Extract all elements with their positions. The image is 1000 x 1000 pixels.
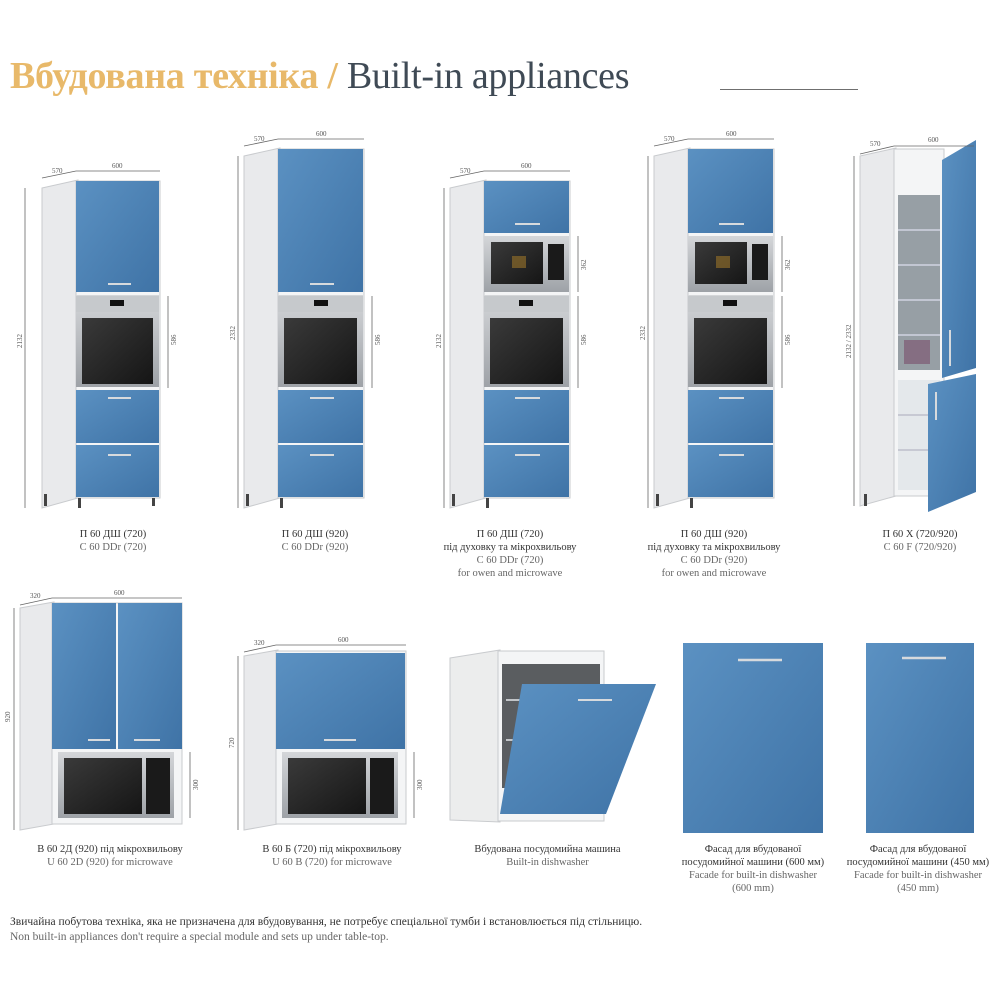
dim-depth: 320: [30, 592, 41, 600]
dim-depth: 570: [460, 167, 471, 175]
product-code: Facade for built-in dishwasher: [688, 870, 817, 881]
product-caption: Фасад для вбудованої посудомийної машини…: [838, 843, 998, 895]
product-size: (450 mm): [897, 883, 939, 894]
tall-unit-fridge: [853, 140, 976, 512]
drawer-2: [688, 445, 773, 497]
dim-oven: 586: [170, 334, 178, 345]
wall-unit-lift-microwave: [237, 644, 415, 831]
dim-height: 2132: [16, 334, 24, 349]
left-door: [52, 603, 116, 749]
dim-height: 2132: [435, 334, 443, 349]
dim-height: 2132 / 2332: [845, 324, 853, 358]
product-name: П 60 ДШ (720): [476, 529, 544, 540]
dim-microwave: 300: [416, 779, 424, 790]
upper-door: [688, 149, 773, 233]
product-caption: П 60 ДШ (720) під духовку та мікрохвильо…: [425, 528, 595, 580]
dim-width: 600: [928, 136, 939, 144]
dim-height: 720: [228, 737, 236, 748]
tall-unit-oven-920: [237, 138, 373, 509]
product-code: C 60 DDr (720): [79, 542, 147, 553]
tall-unit-oven-720: [24, 170, 169, 509]
product-name: П 60 ДШ (720): [79, 529, 147, 540]
product-caption: В 60 Б (720) під мікрохвильову U 60 B (7…: [242, 843, 422, 869]
product-name: Фасад для вбудованої: [704, 844, 802, 855]
product-code: C 60 DDr (920): [281, 542, 349, 553]
dim-width: 600: [112, 162, 123, 170]
drawer-2: [278, 445, 363, 497]
dim-depth: 320: [254, 639, 265, 647]
wall-unit-2-doors-microwave: [13, 597, 191, 831]
drawer-2: [484, 445, 569, 497]
drawer-2: [76, 445, 159, 497]
dishwasher-door-open: [500, 684, 656, 814]
dim-oven: 586: [580, 334, 588, 345]
product-caption: Вбудована посудомийна машина Built-in di…: [455, 843, 640, 869]
product-caption: П 60 ДШ (720) C 60 DDr (720): [48, 528, 178, 554]
product-code: C 60 DDr (920): [680, 555, 748, 566]
product-caption: Фасад для вбудованої посудомийної машини…: [668, 843, 838, 895]
footer-note-ua: Звичайна побутова техніка, яка не призна…: [10, 916, 643, 928]
product-name: В 60 2Д (920) під мікрохвильову: [37, 844, 183, 855]
upper-door: [484, 181, 569, 233]
product-code: C 60 DDr (720): [476, 555, 544, 566]
product-caption: П 60 ДШ (920) під духовку та мікрохвильо…: [629, 528, 799, 580]
built-in-dishwasher: [449, 649, 656, 823]
dim-width: 600: [114, 589, 125, 597]
product-caption: В 60 2Д (920) під мікрохвильову U 60 2D …: [20, 843, 200, 869]
product-code: C 60 F (720/920): [883, 542, 957, 553]
dim-microwave: 362: [580, 259, 588, 270]
fridge-door-upper: [942, 140, 976, 378]
product-size: (600 mm): [732, 883, 774, 894]
dim-oven: 586: [374, 334, 382, 345]
upper-door: [76, 181, 159, 292]
product-purpose: посудомийної машини (450 мм): [846, 857, 990, 868]
product-name: П 60 ДШ (920): [680, 529, 748, 540]
dim-width: 600: [521, 162, 532, 170]
footer-note-en: Non built-in appliances don't require a …: [10, 931, 389, 943]
product-purpose: під духовку та мікрохвильову: [647, 542, 781, 553]
dim-height: 2332: [229, 326, 237, 341]
dim-depth: 570: [52, 167, 63, 175]
product-purpose: посудомийної машини (600 мм): [681, 857, 825, 868]
product-name: Фасад для вбудованої: [869, 844, 967, 855]
dim-oven: 586: [784, 334, 792, 345]
dim-depth: 570: [870, 140, 881, 148]
product-purpose: під духовку та мікрохвильову: [443, 542, 577, 553]
product-caption: П 60 Х (720/920) C 60 F (720/920): [855, 528, 985, 554]
product-code: Built-in dishwasher: [506, 857, 589, 868]
product-code: U 60 2D (920) for microwave: [47, 857, 173, 868]
product-purpose-en: for owen and microwave: [457, 568, 563, 579]
product-caption: П 60 ДШ (920) C 60 DDr (920): [250, 528, 380, 554]
product-name: В 60 Б (720) під мікрохвильову: [262, 844, 402, 855]
dim-height: 2332: [639, 326, 647, 341]
dim-width: 600: [726, 130, 737, 138]
dim-width: 600: [338, 636, 349, 644]
product-code: Facade for built-in dishwasher: [853, 870, 982, 881]
dim-width: 600: [316, 130, 327, 138]
lift-door: [276, 653, 405, 749]
dim-depth: 570: [254, 135, 265, 143]
dim-depth: 570: [664, 135, 675, 143]
tall-unit-oven-microwave-920: [647, 138, 783, 509]
dim-height: 920: [4, 711, 12, 722]
dim-microwave: 300: [192, 779, 200, 790]
right-door: [118, 603, 182, 749]
dim-microwave: 362: [784, 259, 792, 270]
product-name: П 60 ДШ (920): [281, 529, 349, 540]
tall-unit-oven-microwave-720: [443, 170, 579, 509]
upper-door: [278, 149, 363, 292]
product-code: U 60 B (720) for microwave: [272, 857, 392, 868]
dishwasher-facade-450: [866, 643, 974, 833]
product-name: Вбудована посудомийна машина: [474, 844, 621, 855]
product-name: П 60 Х (720/920): [882, 529, 958, 540]
product-purpose-en: for owen and microwave: [661, 568, 767, 579]
dishwasher-facade-600: [683, 643, 823, 833]
